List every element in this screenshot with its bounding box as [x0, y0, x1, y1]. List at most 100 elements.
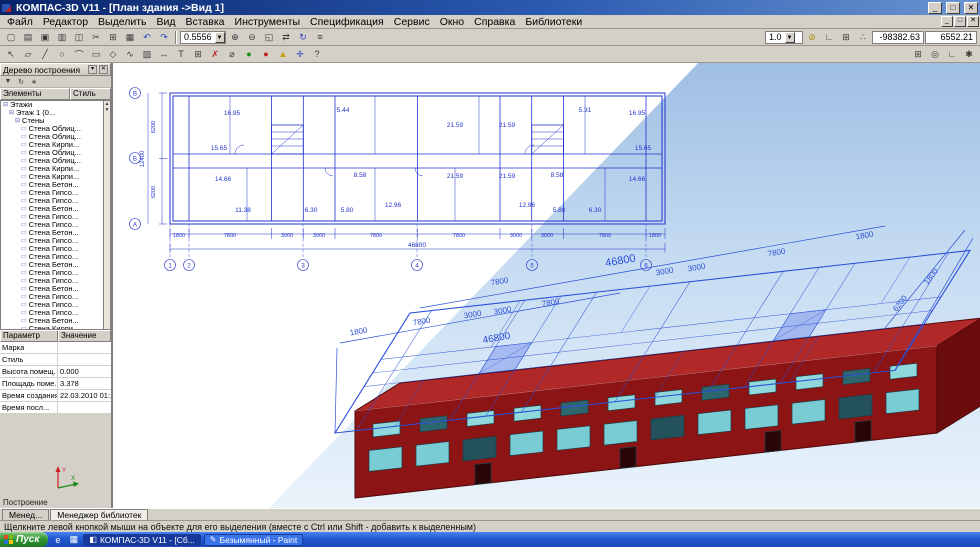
lock-icon[interactable]: ⊘: [804, 30, 820, 45]
snap-icon[interactable]: ∴: [855, 30, 871, 45]
menu-item[interactable]: Инструменты: [230, 16, 305, 28]
preview-icon[interactable]: ◫: [71, 30, 87, 45]
chevron-down-icon[interactable]: ▼: [785, 32, 795, 43]
column-style[interactable]: Стиль: [70, 88, 111, 100]
panel-pin-icon[interactable]: ▾: [88, 65, 97, 74]
copy-icon[interactable]: ⊞: [105, 30, 121, 45]
text-icon[interactable]: T: [173, 47, 189, 62]
help-icon[interactable]: ?: [309, 47, 325, 62]
minimize-button[interactable]: _: [928, 2, 942, 14]
menu-item[interactable]: Спецификация: [305, 16, 389, 28]
menu-item[interactable]: Редактор: [38, 16, 93, 28]
chevron-down-icon[interactable]: ▼: [215, 32, 225, 43]
new-icon[interactable]: ▢: [3, 30, 19, 45]
cut-icon[interactable]: ✂: [88, 30, 104, 45]
building-model-3d[interactable]: 7800468003000300078001800180078003000300…: [325, 208, 980, 508]
axes-icon[interactable]: ✛: [292, 47, 308, 62]
warning-icon[interactable]: ▲: [275, 47, 291, 62]
measure-icon[interactable]: ⌀: [224, 47, 240, 62]
doc-close-button[interactable]: ✕: [967, 16, 979, 27]
tree-toolbar: ▼ ↻ ∗: [0, 76, 111, 88]
coord-x-field[interactable]: -98382.63: [872, 31, 924, 44]
pointer-icon[interactable]: ↖: [3, 47, 19, 62]
doc-restore-button[interactable]: □: [954, 16, 966, 27]
tree-node-icon: ▭: [21, 165, 27, 173]
spline-icon[interactable]: ∿: [122, 47, 138, 62]
start-button[interactable]: Пуск: [0, 532, 48, 547]
menu-item[interactable]: Вид: [151, 16, 180, 28]
grid-icon[interactable]: ⊞: [838, 30, 854, 45]
menu-item[interactable]: Окно: [435, 16, 469, 28]
print-icon[interactable]: ▥: [54, 30, 70, 45]
sphere-icon[interactable]: ●: [258, 47, 274, 62]
line-icon[interactable]: ╱: [37, 47, 53, 62]
ortho-icon[interactable]: ∟: [821, 30, 837, 45]
tree-scrollbar[interactable]: ▲ ▼: [103, 101, 110, 329]
grid-toggle-icon[interactable]: ⊞: [910, 47, 926, 62]
zoom-in-icon[interactable]: ⊕: [227, 30, 243, 45]
pan-icon[interactable]: ⇄: [278, 30, 294, 45]
menu-item[interactable]: Выделить: [93, 16, 151, 28]
tree-filter-icon[interactable]: ▼: [2, 76, 14, 87]
rect-icon[interactable]: ▭: [88, 47, 104, 62]
menu-item[interactable]: Справка: [469, 16, 520, 28]
param-value[interactable]: 0.000: [58, 366, 111, 377]
erase-icon[interactable]: ✗: [207, 47, 223, 62]
zoom-fit-icon[interactable]: ◱: [261, 30, 277, 45]
param-value[interactable]: [58, 402, 111, 413]
panel-close-icon[interactable]: ✕: [99, 65, 108, 74]
taskbar-app-paint[interactable]: ✎ Безымянный - Paint: [204, 534, 303, 546]
tab-manager[interactable]: Менед...: [2, 509, 49, 520]
menu-items: ФайлРедакторВыделитьВидВставкаИнструмент…: [2, 16, 587, 28]
ortho-toggle-icon[interactable]: ∟: [944, 47, 960, 62]
menu-item[interactable]: Библиотеки: [520, 16, 587, 28]
tree-item[interactable]: ▭Стена Кирпи...: [1, 325, 110, 330]
zoom-out-icon[interactable]: ⊖: [244, 30, 260, 45]
close-button[interactable]: ✕: [964, 2, 978, 14]
coord-y-field[interactable]: 6552.21: [925, 31, 977, 44]
circle-icon[interactable]: ○: [54, 47, 70, 62]
param-value[interactable]: 3.378: [58, 378, 111, 389]
column-value[interactable]: Значение: [58, 330, 111, 342]
param-value[interactable]: 22.03.2010 01:11: [58, 390, 111, 401]
open-icon[interactable]: ▤: [20, 30, 36, 45]
doc-minimize-button[interactable]: _: [941, 16, 953, 27]
zoom-combo[interactable]: 0.5556 ▼: [180, 31, 226, 44]
settings-icon[interactable]: ✱: [961, 47, 977, 62]
tree-pin-icon[interactable]: ∗: [28, 76, 40, 87]
save-icon[interactable]: ▣: [37, 30, 53, 45]
globe-icon[interactable]: ●: [241, 47, 257, 62]
menu-item[interactable]: Сервис: [389, 16, 435, 28]
maximize-button[interactable]: □: [946, 2, 960, 14]
hatch-icon[interactable]: ▨: [139, 47, 155, 62]
undo-icon[interactable]: ↶: [139, 30, 155, 45]
snap-toggle-icon[interactable]: ◎: [927, 47, 943, 62]
dimension-label: 14.66: [215, 176, 232, 183]
tab-library-manager[interactable]: Менеджер библиотек: [50, 509, 148, 520]
dimension-icon[interactable]: ↔: [156, 47, 172, 62]
arc-icon[interactable]: ⌒: [71, 47, 87, 62]
quick-launch-ie-icon[interactable]: e: [51, 533, 64, 546]
redo-icon[interactable]: ↷: [156, 30, 172, 45]
param-value[interactable]: [58, 354, 111, 365]
menu-item[interactable]: Файл: [2, 16, 38, 28]
panel-caption[interactable]: Построение: [3, 498, 48, 507]
scale-combo[interactable]: 1.0 ▼: [765, 31, 803, 44]
param-value[interactable]: [58, 342, 111, 353]
dimension-label: 6.30: [305, 207, 318, 214]
column-parameter[interactable]: Параметр: [0, 330, 58, 342]
table-icon[interactable]: ⊞: [190, 47, 206, 62]
layers-icon[interactable]: ≡: [312, 30, 328, 45]
column-elements[interactable]: Элементы: [0, 88, 70, 100]
tree-refresh-icon[interactable]: ↻: [15, 76, 27, 87]
construction-tree-list[interactable]: ⊟Этажи⊟Этаж 1 (0...⊟Стены▭Стена Облиц...…: [0, 100, 111, 330]
menu-item[interactable]: Вставка: [180, 16, 229, 28]
tree-item[interactable]: ⊟Этаж 1 (0...: [1, 109, 110, 117]
marquee-icon[interactable]: ▱: [20, 47, 36, 62]
refresh-icon[interactable]: ↻: [295, 30, 311, 45]
paste-icon[interactable]: ▦: [122, 30, 138, 45]
taskbar-app-kompas[interactable]: ◧ КОМПАС-3D V11 - [Сб...: [83, 534, 200, 546]
polygon-icon[interactable]: ◇: [105, 47, 121, 62]
quick-launch-desktop-icon[interactable]: ▦: [67, 533, 80, 546]
drawing-canvas[interactable]: 123456АБВ 16.955.4421.5921.595.3116.9515…: [113, 63, 980, 508]
